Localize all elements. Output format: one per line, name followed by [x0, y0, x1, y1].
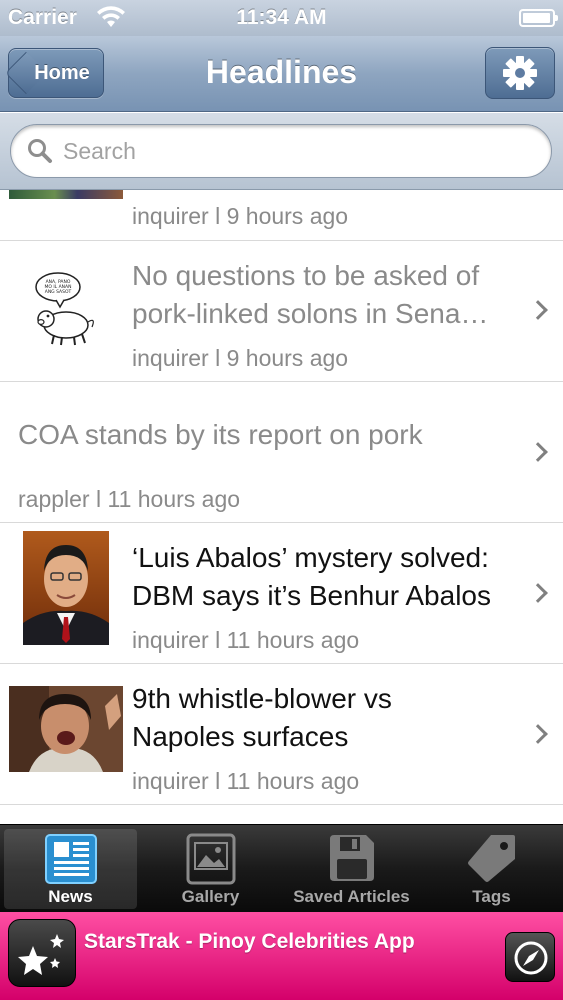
- tag-icon: [467, 835, 515, 882]
- search-placeholder: Search: [63, 137, 136, 164]
- article-thumbnail: ANA, PANO MO IL ANAN ANG SASOT: [28, 267, 108, 347]
- chevron-right-icon: [528, 442, 548, 462]
- picture-icon: [186, 833, 235, 885]
- article-title: ‘Luis Abalos’ mystery solved: DBM says i…: [132, 542, 491, 611]
- ad-banner[interactable]: StarsTrak - Pinoy Celebrities App: [0, 912, 563, 1000]
- page-title: Headlines: [205, 54, 358, 90]
- tab-news[interactable]: News: [4, 829, 137, 909]
- chevron-right-icon: [528, 724, 548, 744]
- article-thumbnail: [9, 686, 123, 772]
- compass-icon[interactable]: [505, 932, 555, 982]
- status-time: 11:34 AM: [236, 6, 327, 29]
- article-meta: inquirer l 9 hours ago: [132, 345, 349, 371]
- article-title: No questions to be asked of pork-linked …: [132, 260, 489, 329]
- ad-text: StarsTrak - Pinoy Celebrities App: [84, 930, 415, 953]
- search-icon: [28, 139, 52, 163]
- article-title: 9th whistle-blower vs Napoles surfaces: [132, 683, 392, 752]
- compass-glyph: [514, 941, 548, 975]
- search-bar: Search: [0, 113, 563, 190]
- stars-icon: [8, 919, 76, 987]
- chevron-right-icon: [528, 583, 548, 603]
- article-thumbnail: [23, 531, 109, 645]
- settings-button[interactable]: [485, 47, 555, 99]
- article-meta: rappler l 11 hours ago: [18, 486, 241, 512]
- svg-text:ANG SASOT: ANG SASOT: [45, 289, 72, 295]
- article-meta: inquirer l 11 hours ago: [132, 768, 360, 794]
- stars-glyph: [18, 934, 64, 975]
- search-input[interactable]: Search: [10, 124, 552, 178]
- tab-label: Saved Articles: [293, 887, 410, 906]
- list-item[interactable]: 9th whistle-blower vs Napoles surfaces i…: [0, 664, 563, 805]
- list-item[interactable]: ANA, PANO MO IL ANAN ANG SASOT No questi…: [0, 241, 563, 382]
- article-meta: inquirer l 9 hours ago: [132, 203, 349, 229]
- tab-label: Tags: [472, 887, 511, 906]
- list-item[interactable]: COA stands by its report on pork rappler…: [0, 382, 563, 523]
- list-item[interactable]: ‘Luis Abalos’ mystery solved: DBM says i…: [0, 523, 563, 664]
- tab-tags[interactable]: Tags: [425, 829, 558, 909]
- tab-gallery[interactable]: Gallery: [144, 829, 277, 909]
- status-bar: Carrier 11:34 AM: [0, 0, 563, 36]
- navigation-bar: Home Headlines: [0, 36, 563, 112]
- battery-icon: [519, 9, 558, 27]
- tab-saved-articles[interactable]: Saved Articles: [285, 829, 418, 909]
- list-item[interactable]: inquirer l 9 hours ago: [0, 190, 563, 241]
- article-thumbnail: [9, 190, 123, 199]
- chevron-right-icon: [528, 300, 548, 320]
- article-title: COA stands by its report on pork: [18, 419, 423, 450]
- newspaper-icon: [44, 834, 97, 884]
- floppy-disk-icon: [329, 835, 374, 881]
- headline-list[interactable]: inquirer l 9 hours ago ANA, PANO MO IL A…: [0, 190, 563, 824]
- gear-icon: [503, 56, 537, 90]
- tab-label: Gallery: [181, 887, 240, 906]
- tab-bar: News Gallery Saved Articles Tags: [0, 824, 563, 912]
- article-meta: inquirer l 11 hours ago: [132, 627, 360, 653]
- tab-label: News: [48, 887, 93, 906]
